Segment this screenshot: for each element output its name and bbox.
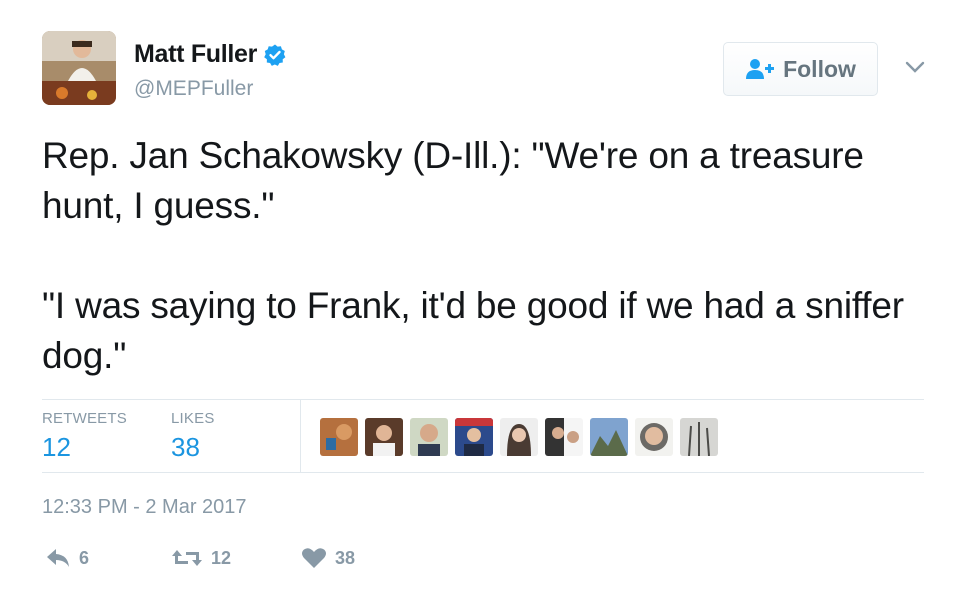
user-name[interactable]: Matt Fuller — [134, 40, 257, 69]
user-name-row[interactable]: Matt Fuller — [134, 40, 287, 69]
reply-button[interactable]: 6 — [45, 547, 89, 569]
liker-avatar[interactable] — [320, 418, 358, 456]
retweet-count: 12 — [211, 547, 232, 568]
follow-label: Follow — [783, 55, 856, 82]
chevron-down-icon[interactable] — [903, 58, 927, 76]
like-button[interactable]: 38 — [301, 547, 355, 569]
tweet-timestamp[interactable]: 12:33 PM - 2 Mar 2017 — [42, 496, 247, 519]
likes-stat[interactable]: LIKES 38 — [171, 410, 215, 463]
liker-avatar[interactable] — [545, 418, 583, 456]
reply-icon — [47, 549, 69, 567]
likes-label: LIKES — [171, 410, 215, 427]
liker-avatar[interactable] — [680, 418, 718, 456]
avatar[interactable] — [42, 31, 116, 105]
retweets-stat[interactable]: RETWEETS 12 — [42, 410, 127, 463]
stats-separator — [300, 400, 301, 472]
tweet-text: Rep. Jan Schakowsky (D-Ill.): "We're on … — [42, 131, 942, 381]
retweet-button[interactable]: 12 — [171, 547, 231, 569]
like-count: 38 — [335, 547, 356, 568]
user-handle[interactable]: @MEPFuller — [134, 77, 253, 101]
divider — [42, 472, 924, 473]
reply-count: 6 — [79, 547, 90, 568]
retweets-label: RETWEETS — [42, 410, 127, 427]
liker-avatars — [320, 418, 725, 456]
liker-avatar[interactable] — [590, 418, 628, 456]
tweet-paragraph: Rep. Jan Schakowsky (D-Ill.): "We're on … — [42, 135, 864, 226]
divider — [42, 399, 924, 400]
liker-avatar[interactable] — [365, 418, 403, 456]
tweet-paragraph: "I was saying to Frank, it'd be good if … — [42, 285, 904, 376]
liker-avatar[interactable] — [455, 418, 493, 456]
retweet-icon — [172, 550, 202, 566]
follow-button[interactable]: Follow — [723, 42, 878, 96]
heart-icon — [302, 548, 326, 568]
add-user-icon — [746, 59, 775, 79]
verified-badge-icon — [264, 44, 286, 66]
liker-avatar[interactable] — [410, 418, 448, 456]
likes-count: 38 — [171, 432, 200, 462]
retweets-count: 12 — [42, 432, 71, 462]
liker-avatar[interactable] — [500, 418, 538, 456]
liker-avatar[interactable] — [635, 418, 673, 456]
